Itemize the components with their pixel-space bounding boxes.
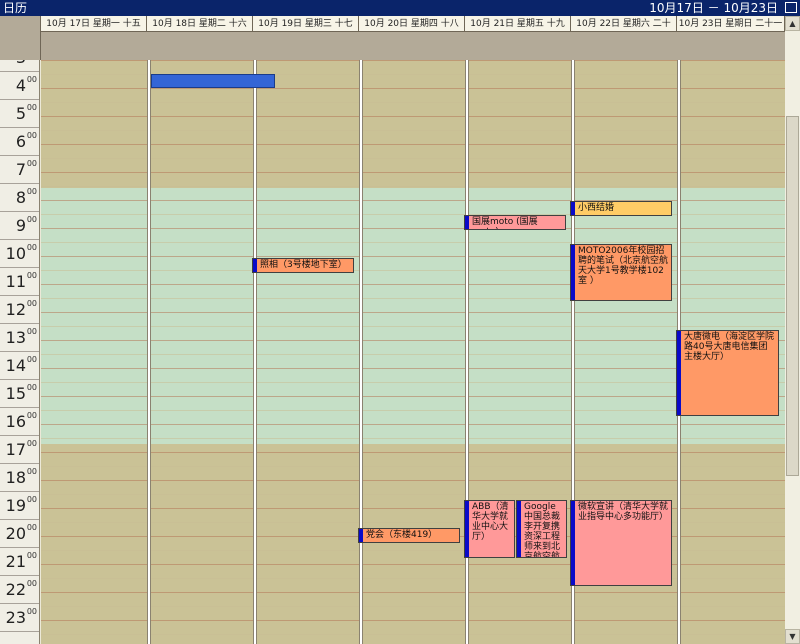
grid-line [41,368,785,369]
hour-row: 22 00 [0,576,39,604]
hour-row: 3 [0,60,39,72]
grid-line [41,452,785,453]
day-label-fri[interactable]: 10月 21日 星期五 十九 [465,16,571,32]
grid-line [41,242,785,243]
grid-line [41,186,785,187]
scroll-up-icon[interactable]: ▲ [785,16,800,31]
hour-row: 7 00 [0,156,39,184]
offhours-band [41,444,785,644]
date-range: 10月17日 － 10月23日 [649,1,778,15]
grid-line [41,550,785,551]
event-zhaoxiang[interactable]: 照相（3号楼地下室） [252,258,354,273]
grid-line [41,60,785,61]
hour-row: 18 00 [0,464,39,492]
hour-row: 9 00 [0,212,39,240]
grid-line [41,228,785,229]
day-label-sun[interactable]: 10月 23日 星期日 二十一 [677,16,785,32]
day-separator [359,60,363,644]
grid-line [41,578,785,579]
grid-line [41,284,785,285]
day-header: 10月 17日 星期一 十五 10月 18日 星期二 十六 10月 19日 星期… [0,16,785,60]
event-google[interactable]: Google 中国总裁李开复携资深工程师来到北京航空航天 [516,500,567,558]
hour-row: 12 00 [0,296,39,324]
header-corner [0,16,41,60]
grid-line [41,172,785,173]
hour-row: 5 00 [0,100,39,128]
hour-row: 4 00 [0,72,39,100]
grid-line [41,424,785,425]
hour-row: 19 00 [0,492,39,520]
event-dang[interactable]: 党会（东楼419） [358,528,460,543]
grid-line [41,200,785,201]
title-bar: 日历 10月17日 － 10月23日 [0,0,800,16]
grid-line [41,382,785,383]
grid-line [41,438,785,439]
scroll-thumb[interactable] [786,116,799,476]
grid-line [41,102,785,103]
grid-line [41,494,785,495]
grid-line [41,88,785,89]
grid-line [41,634,785,635]
grid-line [41,130,785,131]
workhours-band [41,188,785,444]
grid-line [41,592,785,593]
event-xiaoxi[interactable]: 小西结婚 [570,201,672,216]
day-label-tue[interactable]: 10月 18日 星期二 十六 [147,16,253,32]
grid-line [41,312,785,313]
event-weiruan[interactable]: 微软宣讲（清华大学就业指导中心多功能厅） [570,500,672,586]
hour-row: 11 00 [0,268,39,296]
hour-row: 16 00 [0,408,39,436]
event-datang[interactable]: 大唐微电（海淀区学院路40号大唐电信集团主楼大厅） [676,330,779,416]
day-separator [253,60,257,644]
grid-line [41,606,785,607]
calendar-grid[interactable]: 照相（3号楼地下室） 国展moto (国展moto) 小西结婚 MOTO2006… [41,60,785,644]
hour-row: 21 00 [0,548,39,576]
grid-line [41,158,785,159]
grid-line [41,144,785,145]
grid-line [41,214,785,215]
hour-row: 17 00 [0,436,39,464]
grid-line [41,466,785,467]
hour-row: 23 00 [0,604,39,632]
vertical-scrollbar[interactable]: ▲ ▼ [785,16,800,644]
grid-line [41,508,785,509]
hour-row: 10 00 [0,240,39,268]
hour-row: 14 00 [0,352,39,380]
hour-row: 13 00 [0,324,39,352]
grid-line [41,620,785,621]
hour-row: 15 00 [0,380,39,408]
grid-line [41,522,785,523]
hour-row: 20 00 [0,520,39,548]
grid-line [41,298,785,299]
grid-line [41,116,785,117]
grid-line [41,256,785,257]
day-label-thu[interactable]: 10月 20日 星期四 十八 [359,16,465,32]
event-abb[interactable]: ABB（清华大学就业中心大厅） [464,500,515,558]
time-gutter: 3 400 500 600 700 800 900 1000 1100 1200… [0,60,40,644]
hour-row: 6 00 [0,128,39,156]
scroll-down-icon[interactable]: ▼ [785,629,800,644]
grid-line [41,480,785,481]
window-title: 日历 [3,1,28,15]
grid-line [41,410,785,411]
day-separator [147,60,151,644]
grid-line [41,270,785,271]
day-label-mon[interactable]: 10月 17日 星期一 十五 [41,16,147,32]
restore-icon[interactable] [785,2,797,13]
grid-line [41,340,785,341]
event-guozhan[interactable]: 国展moto (国展moto) [464,215,566,230]
hour-row: 8 00 [0,184,39,212]
grid-line [41,326,785,327]
day-label-wed[interactable]: 10月 19日 星期三 十七 [253,16,359,32]
grid-line [41,564,785,565]
event-block-tuesday[interactable] [151,74,275,88]
day-label-sat[interactable]: 10月 22日 星期六 二十 [571,16,677,32]
event-moto-exam[interactable]: MOTO2006年校园招聘的笔试（北京航空航天大学1号教学楼102室 ） [570,244,672,301]
grid-line [41,354,785,355]
grid-line [41,396,785,397]
